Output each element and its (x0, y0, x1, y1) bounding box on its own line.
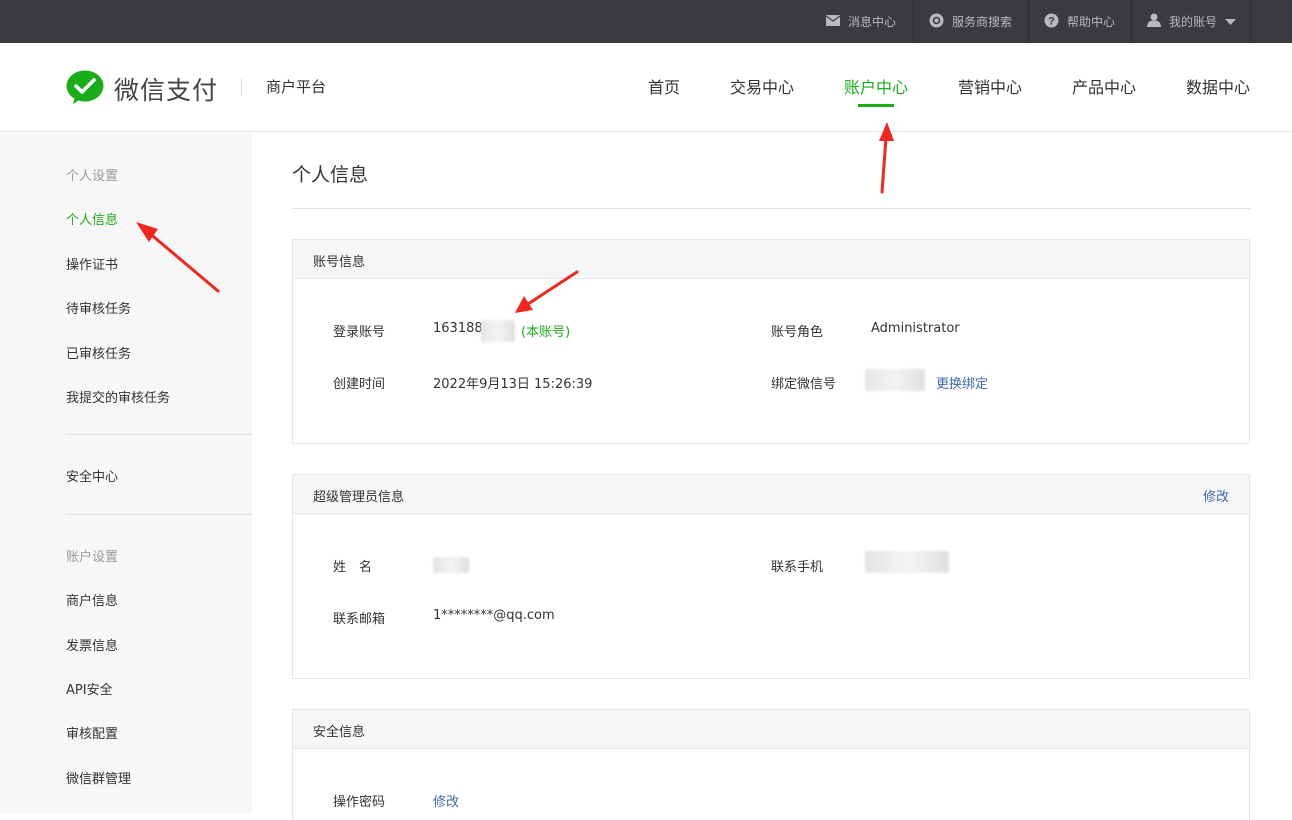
account-role-value: Administrator (871, 321, 960, 336)
messages-link[interactable]: 消息中心 (825, 0, 897, 43)
redacted-blur (865, 369, 925, 391)
messages-label: 消息中心 (848, 15, 897, 29)
security-info-header: 安全信息 (313, 725, 366, 740)
redacted-blur (481, 320, 515, 342)
account-role-label: 账号角色 (771, 325, 824, 340)
sidebar-divider (66, 514, 252, 515)
top-bar: 消息中心 服务商搜索 ? 帮助中心 我的账号 (0, 0, 1292, 43)
bound-wechat-label: 绑定微信号 (771, 377, 837, 392)
header: 微信支付 商户平台 首页 交易中心 账户中心 营销中心 产品中心 数据中心 (0, 43, 1292, 132)
login-account-value: 163188 (433, 321, 483, 336)
wechat-pay-logo[interactable]: 微信支付 (66, 70, 218, 108)
my-account-menu[interactable]: 我的账号 (1147, 0, 1237, 43)
redacted-blur (433, 557, 469, 573)
provider-search-label: 服务商搜索 (952, 15, 1013, 29)
nav-data[interactable]: 数据中心 (1186, 74, 1250, 98)
nav-products[interactable]: 产品中心 (1072, 74, 1136, 98)
sidebar-item-review-config[interactable]: 审核配置 (66, 723, 118, 742)
redacted-blur (865, 551, 949, 573)
sidebar: 个人设置 个人信息 操作证书 待审核任务 已审核任务 我提交的审核任务 安全中心… (0, 132, 252, 814)
sidebar-section-account: 账户设置 (66, 550, 119, 565)
sidebar-divider (66, 434, 252, 435)
sidebar-item-wechat-group[interactable]: 微信群管理 (66, 768, 131, 787)
help-link[interactable]: ? 帮助中心 (1044, 0, 1115, 43)
nav-marketing[interactable]: 营销中心 (958, 74, 1022, 98)
contact-email-label: 联系邮箱 (333, 612, 386, 627)
edit-admin-button[interactable]: 修改 (1203, 486, 1229, 505)
edit-password-link[interactable]: 修改 (433, 791, 459, 810)
sidebar-item-personal-info[interactable]: 个人信息 (66, 209, 118, 228)
chevron-down-icon (1225, 15, 1237, 29)
sidebar-item-reviewed[interactable]: 已审核任务 (66, 343, 131, 362)
platform-subtitle: 商户平台 (266, 78, 327, 96)
sidebar-item-pending-review[interactable]: 待审核任务 (66, 298, 131, 317)
sidebar-section-personal: 个人设置 (66, 169, 119, 184)
active-nav-indicator (858, 104, 894, 107)
my-account-label: 我的账号 (1169, 15, 1218, 29)
title-divider (292, 208, 1250, 209)
this-account-note: (本账号) (521, 325, 571, 340)
sidebar-item-security-center[interactable]: 安全中心 (66, 466, 118, 485)
user-icon (1147, 13, 1161, 30)
search-icon (929, 13, 944, 31)
nav-transactions[interactable]: 交易中心 (730, 74, 794, 98)
help-label: 帮助中心 (1067, 15, 1116, 29)
help-icon: ? (1044, 13, 1059, 31)
provider-search-link[interactable]: 服务商搜索 (929, 0, 1012, 43)
created-time-label: 创建时间 (333, 377, 386, 392)
page-title: 个人信息 (292, 164, 369, 186)
mail-icon (825, 14, 841, 29)
annotation-arrow-nav (879, 122, 894, 194)
sidebar-item-certificate[interactable]: 操作证书 (66, 254, 118, 273)
super-admin-header: 超级管理员信息 (313, 490, 405, 505)
name-label: 姓 名 (333, 560, 373, 575)
nav-account-center[interactable]: 账户中心 (844, 74, 908, 98)
sidebar-item-my-submitted[interactable]: 我提交的审核任务 (66, 387, 170, 406)
sidebar-item-api-security[interactable]: API安全 (66, 679, 113, 698)
sidebar-item-invoice[interactable]: 发票信息 (66, 635, 118, 654)
operation-password-label: 操作密码 (333, 795, 386, 810)
contact-phone-label: 联系手机 (771, 560, 824, 575)
sidebar-item-merchant-info[interactable]: 商户信息 (66, 590, 118, 609)
wechat-logo-icon (66, 70, 104, 108)
account-info-header: 账号信息 (313, 255, 366, 270)
account-info-panel: 账号信息 登录账号 163188 (本账号) 账号角色 Administrato… (292, 239, 1250, 444)
nav-home[interactable]: 首页 (648, 74, 680, 98)
contact-email-value: 1********@qq.com (433, 608, 555, 623)
super-admin-panel: 超级管理员信息 修改 姓 名 联系手机 联系邮箱 1********@qq.co… (292, 474, 1250, 679)
change-binding-link[interactable]: 更换绑定 (936, 373, 988, 392)
logo-text: 微信支付 (114, 76, 219, 105)
svg-text:?: ? (1048, 15, 1055, 27)
login-account-label: 登录账号 (333, 325, 386, 340)
created-time-value: 2022年9月13日 15:26:39 (433, 377, 593, 392)
logo-divider (241, 78, 242, 96)
security-info-panel: 安全信息 操作密码 修改 (292, 709, 1250, 820)
